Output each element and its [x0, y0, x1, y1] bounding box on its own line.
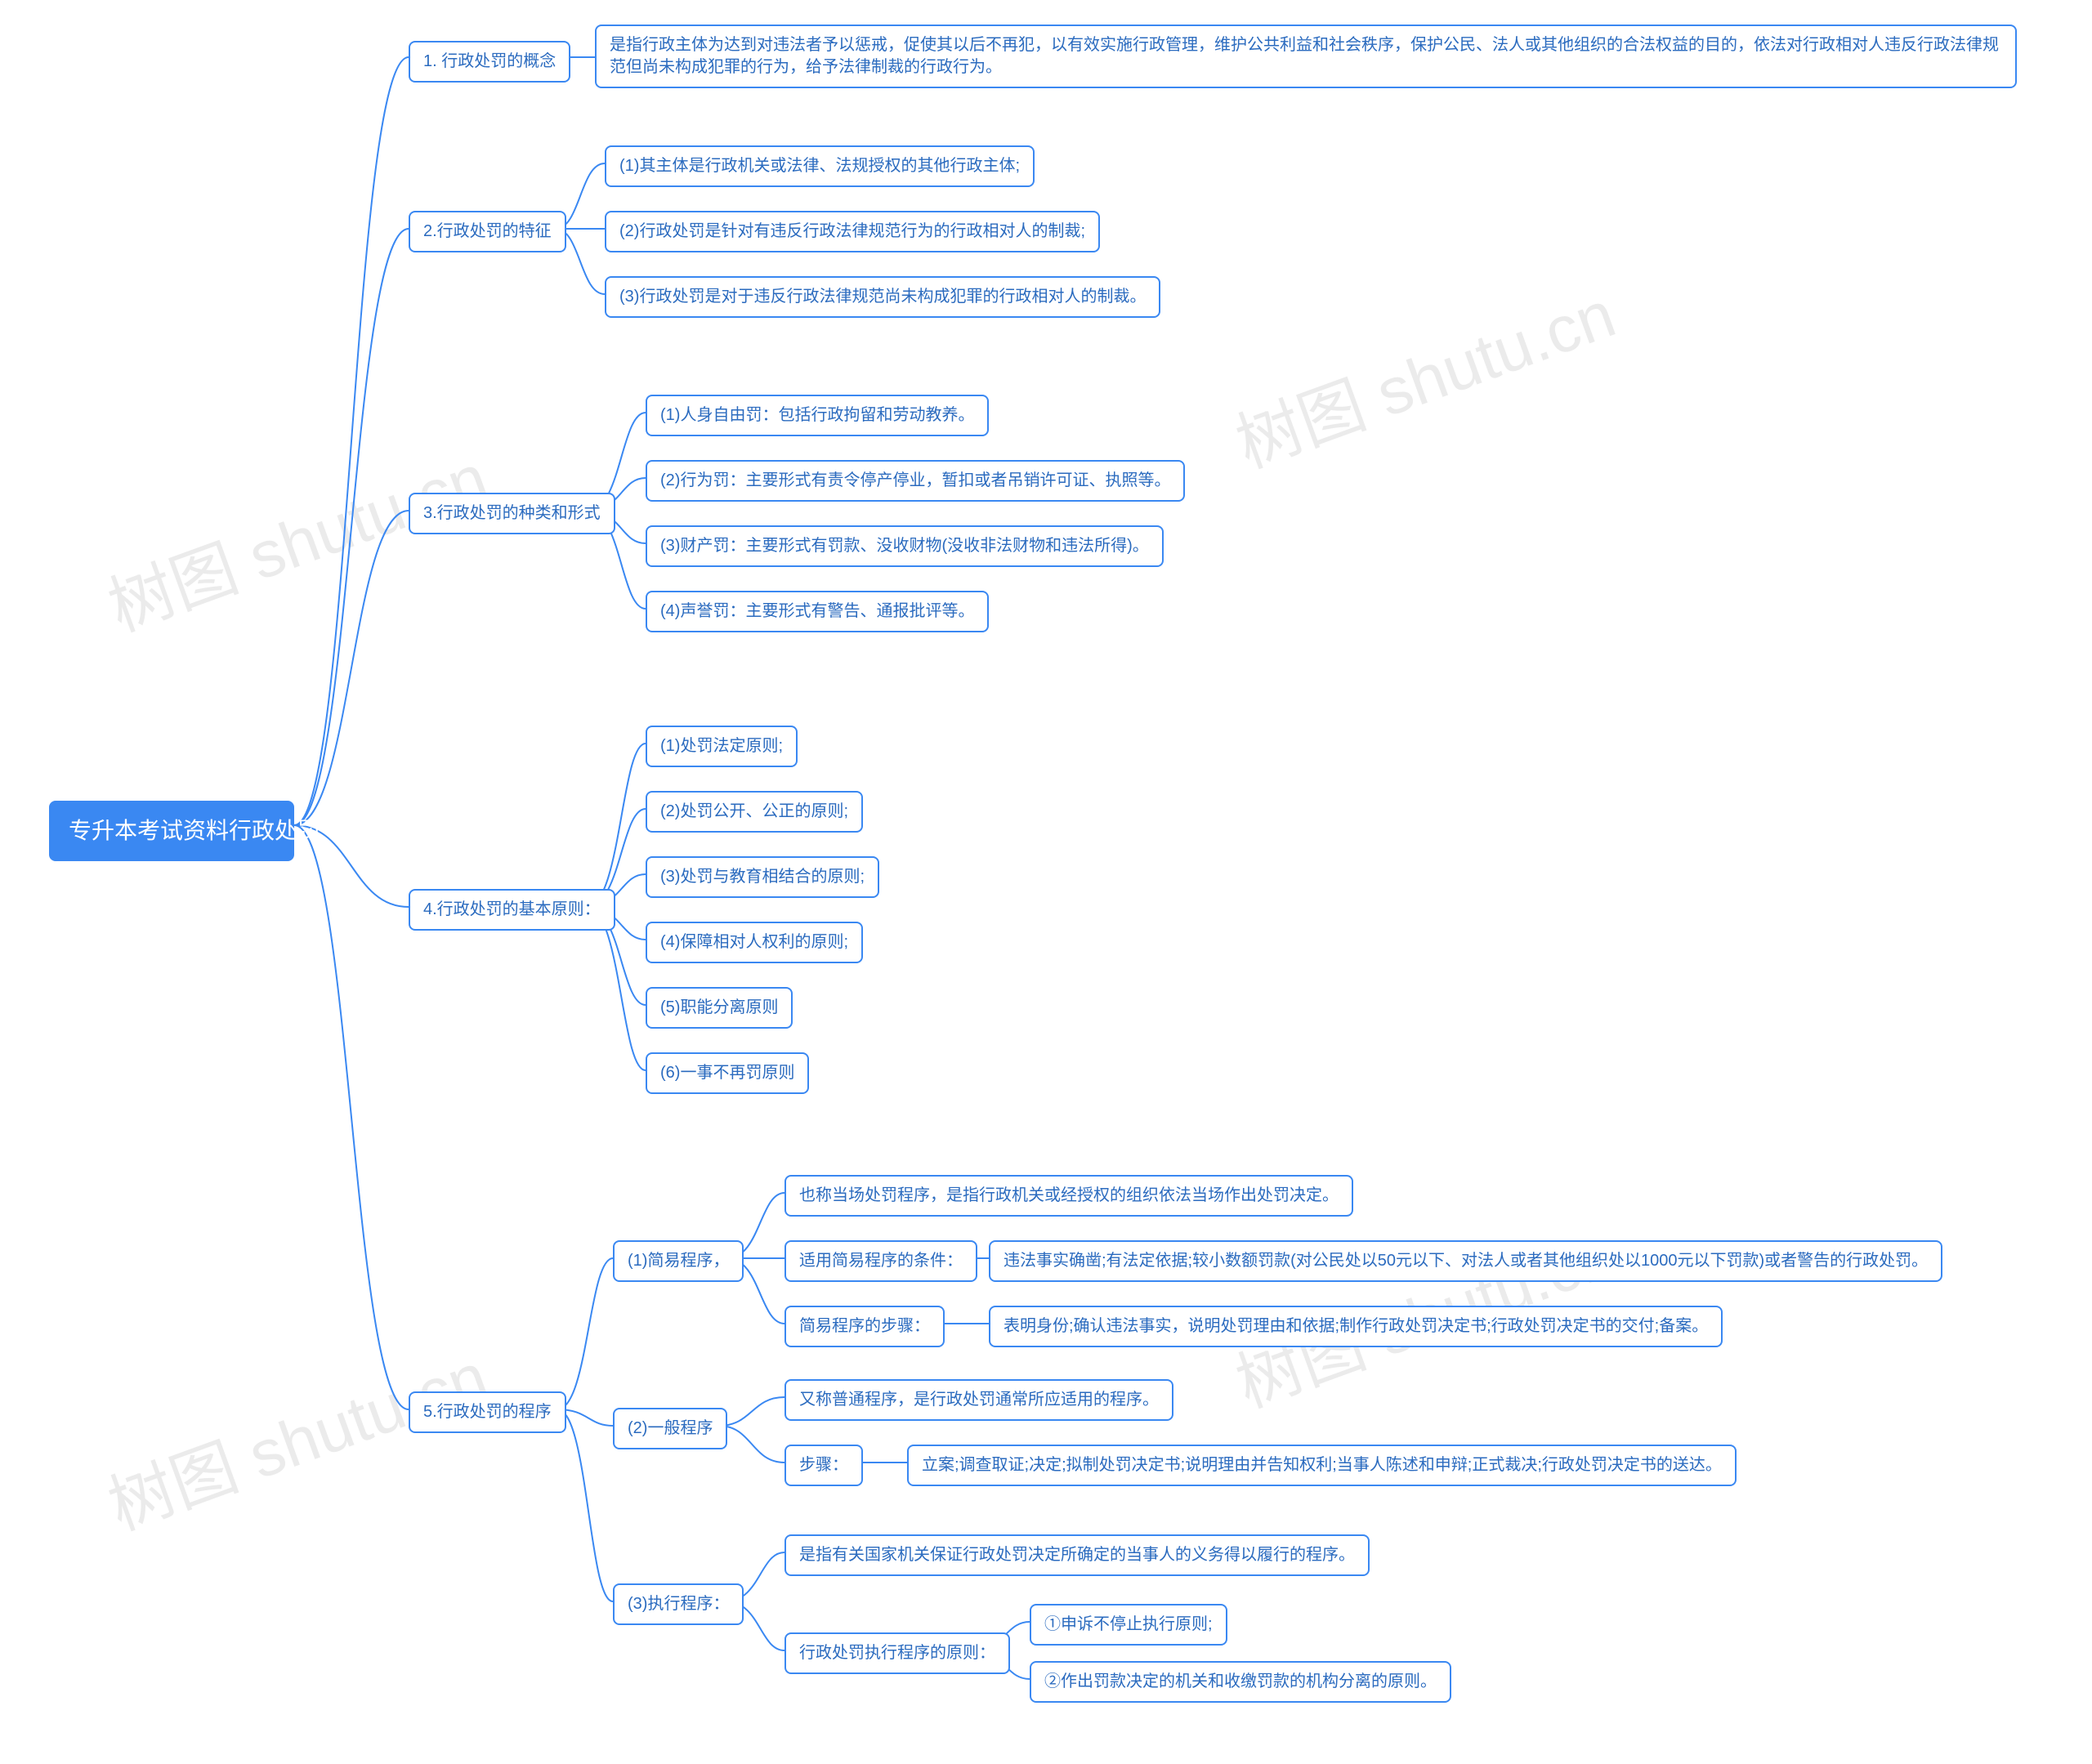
connectors — [0, 0, 2092, 1764]
principle-3: (3)处罚与教育相结合的原则; — [646, 856, 879, 898]
watermark: 树图 shutu.cn — [1222, 262, 1626, 487]
principle-6: (6)一事不再罚原则 — [646, 1052, 809, 1094]
procedure-execution-principles-label: 行政处罚执行程序的原则： — [784, 1632, 1010, 1674]
branch-procedures[interactable]: 5.行政处罚的程序 — [409, 1391, 566, 1433]
procedure-execution-def: 是指有关国家机关保证行政处罚决定所确定的当事人的义务得以履行的程序。 — [784, 1534, 1370, 1576]
watermark: 树图 shutu.cn — [94, 426, 498, 650]
procedure-simple-steps-label: 简易程序的步骤： — [784, 1306, 945, 1347]
procedure-general-steps: 立案;调查取证;决定;拟制处罚决定书;说明理由并告知权利;当事人陈述和申辩;正式… — [907, 1445, 1737, 1486]
characteristic-2: (2)行政处罚是针对有违反行政法律规范行为的行政相对人的制裁; — [605, 211, 1100, 252]
type-4: (4)声誉罚：主要形式有警告、通报批评等。 — [646, 591, 989, 632]
procedure-simple[interactable]: (1)简易程序， — [613, 1240, 744, 1282]
principle-1: (1)处罚法定原则; — [646, 726, 798, 767]
branch-concept[interactable]: 1. 行政处罚的概念 — [409, 41, 570, 83]
principle-2: (2)处罚公开、公正的原则; — [646, 791, 863, 833]
concept-definition: 是指行政主体为达到对违法者予以惩戒，促使其以后不再犯，以有效实施行政管理，维护公… — [595, 25, 2017, 88]
procedure-simple-conditions-label: 适用简易程序的条件： — [784, 1240, 977, 1282]
procedure-execution-principle-1: ①申诉不停止执行原则; — [1030, 1604, 1227, 1646]
procedure-general-steps-label: 步骤： — [784, 1445, 863, 1486]
type-1: (1)人身自由罚：包括行政拘留和劳动教养。 — [646, 395, 989, 436]
root-node[interactable]: 专升本考试资料行政处罚 — [49, 801, 294, 861]
branch-characteristics[interactable]: 2.行政处罚的特征 — [409, 211, 566, 252]
principle-5: (5)职能分离原则 — [646, 987, 793, 1029]
procedure-general[interactable]: (2)一般程序 — [613, 1408, 727, 1449]
procedure-general-def: 又称普通程序，是行政处罚通常所应适用的程序。 — [784, 1379, 1173, 1421]
characteristic-3: (3)行政处罚是对于违反行政法律规范尚未构成犯罪的行政相对人的制裁。 — [605, 276, 1160, 318]
procedure-simple-steps: 表明身份;确认违法事实，说明处罚理由和依据;制作行政处罚决定书;行政处罚决定书的… — [989, 1306, 1723, 1347]
procedure-execution[interactable]: (3)执行程序： — [613, 1583, 744, 1625]
type-3: (3)财产罚：主要形式有罚款、没收财物(没收非法财物和违法所得)。 — [646, 525, 1164, 567]
characteristic-1: (1)其主体是行政机关或法律、法规授权的其他行政主体; — [605, 145, 1035, 187]
type-2: (2)行为罚：主要形式有责令停产停业，暂扣或者吊销许可证、执照等。 — [646, 460, 1185, 502]
branch-types[interactable]: 3.行政处罚的种类和形式 — [409, 493, 615, 534]
mindmap-canvas: 树图 shutu.cn 树图 shutu.cn 树图 shutu.cn 树图 s… — [0, 0, 2092, 1764]
procedure-execution-principle-2: ②作出罚款决定的机关和收缴罚款的机构分离的原则。 — [1030, 1661, 1451, 1703]
branch-principles[interactable]: 4.行政处罚的基本原则： — [409, 889, 615, 931]
watermark: 树图 shutu.cn — [94, 1324, 498, 1549]
procedure-simple-conditions: 违法事实确凿;有法定依据;较小数额罚款(对公民处以50元以下、对法人或者其他组织… — [989, 1240, 1942, 1282]
procedure-simple-def: 也称当场处罚程序，是指行政机关或经授权的组织依法当场作出处罚决定。 — [784, 1175, 1353, 1217]
principle-4: (4)保障相对人权利的原则; — [646, 922, 863, 963]
